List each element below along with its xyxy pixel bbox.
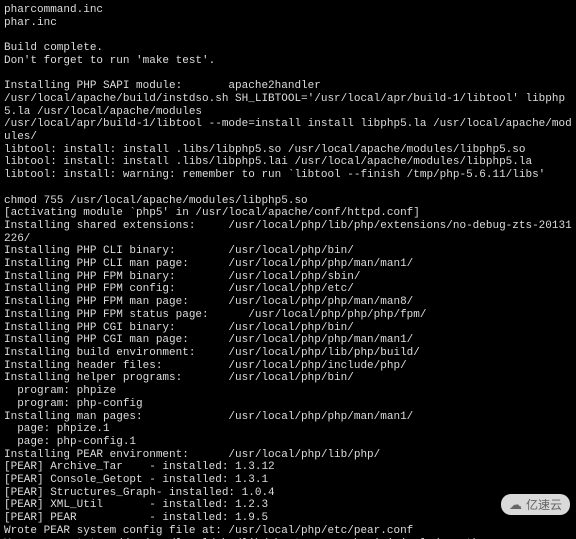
terminal-output: pharcommand.inc phar.inc Build complete.…: [0, 0, 576, 539]
watermark-text: 亿速云: [526, 496, 562, 513]
terminal-line: Installing PHP FPM man page: /usr/local/…: [4, 296, 413, 308]
terminal-line: [PEAR] Archive_Tar - installed: 1.3.12: [4, 461, 275, 473]
terminal-line: [PEAR] Structures_Graph- installed: 1.0.…: [4, 487, 275, 499]
terminal-line: [PEAR] Console_Getopt - installed: 1.3.1: [4, 474, 268, 486]
terminal-line: Wrote PEAR system config file at: /usr/l…: [4, 525, 413, 537]
terminal-line: program: phpize: [4, 385, 116, 397]
terminal-line: Installing build environment: /usr/local…: [4, 347, 420, 359]
terminal-line: program: php-config: [4, 398, 143, 410]
terminal-line: Installing man pages: /usr/local/php/php…: [4, 411, 413, 423]
terminal-line: Installing PHP CLI binary: /usr/local/ph…: [4, 245, 354, 257]
terminal-line: libtool: install: install .libs/libphp5.…: [4, 144, 526, 156]
terminal-line: libtool: install: install .libs/libphp5.…: [4, 156, 532, 168]
terminal-line: Installing PHP CGI binary: /usr/local/ph…: [4, 322, 354, 334]
terminal-line: Installing shared extensions: /usr/local…: [4, 220, 572, 245]
watermark-badge: ☁ 亿速云: [501, 494, 570, 515]
terminal-line: page: php-config.1: [4, 436, 136, 448]
terminal-line: Installing PHP FPM config: /usr/local/ph…: [4, 283, 354, 295]
terminal-line: [activating module `php5' in /usr/local/…: [4, 207, 420, 219]
terminal-line: Installing PHP CLI man page: /usr/local/…: [4, 258, 413, 270]
terminal-line: Build complete.: [4, 42, 103, 54]
terminal-line: Installing PEAR environment: /usr/local/…: [4, 449, 380, 461]
terminal-line: /usr/local/apache/build/instdso.sh SH_LI…: [4, 93, 565, 118]
terminal-line: /usr/local/apr/build-1/libtool --mode=in…: [4, 118, 572, 143]
terminal-line: [PEAR] XML_Util - installed: 1.2.3: [4, 499, 268, 511]
terminal-line: libtool: install: warning: remember to r…: [4, 169, 545, 181]
terminal-line: Installing PHP FPM binary: /usr/local/ph…: [4, 271, 360, 283]
terminal-line: page: phpize.1: [4, 423, 110, 435]
terminal-line: Installing helper programs: /usr/local/p…: [4, 372, 354, 384]
terminal-line: pharcommand.inc: [4, 4, 103, 16]
terminal-line: Installing PHP CGI man page: /usr/local/…: [4, 334, 413, 346]
terminal-line: Installing header files: /usr/local/php/…: [4, 360, 407, 372]
terminal-line: chmod 755 /usr/local/apache/modules/libp…: [4, 195, 308, 207]
terminal-line: Installing PHP FPM status page: /usr/loc…: [4, 309, 426, 321]
cloud-icon: ☁: [509, 497, 522, 513]
terminal-line: Installing PHP SAPI module: apache2handl…: [4, 80, 321, 92]
terminal-line: phar.inc: [4, 17, 57, 29]
terminal-line: Don't forget to run 'make test'.: [4, 55, 215, 67]
terminal-line: [PEAR] PEAR - installed: 1.9.5: [4, 512, 268, 524]
